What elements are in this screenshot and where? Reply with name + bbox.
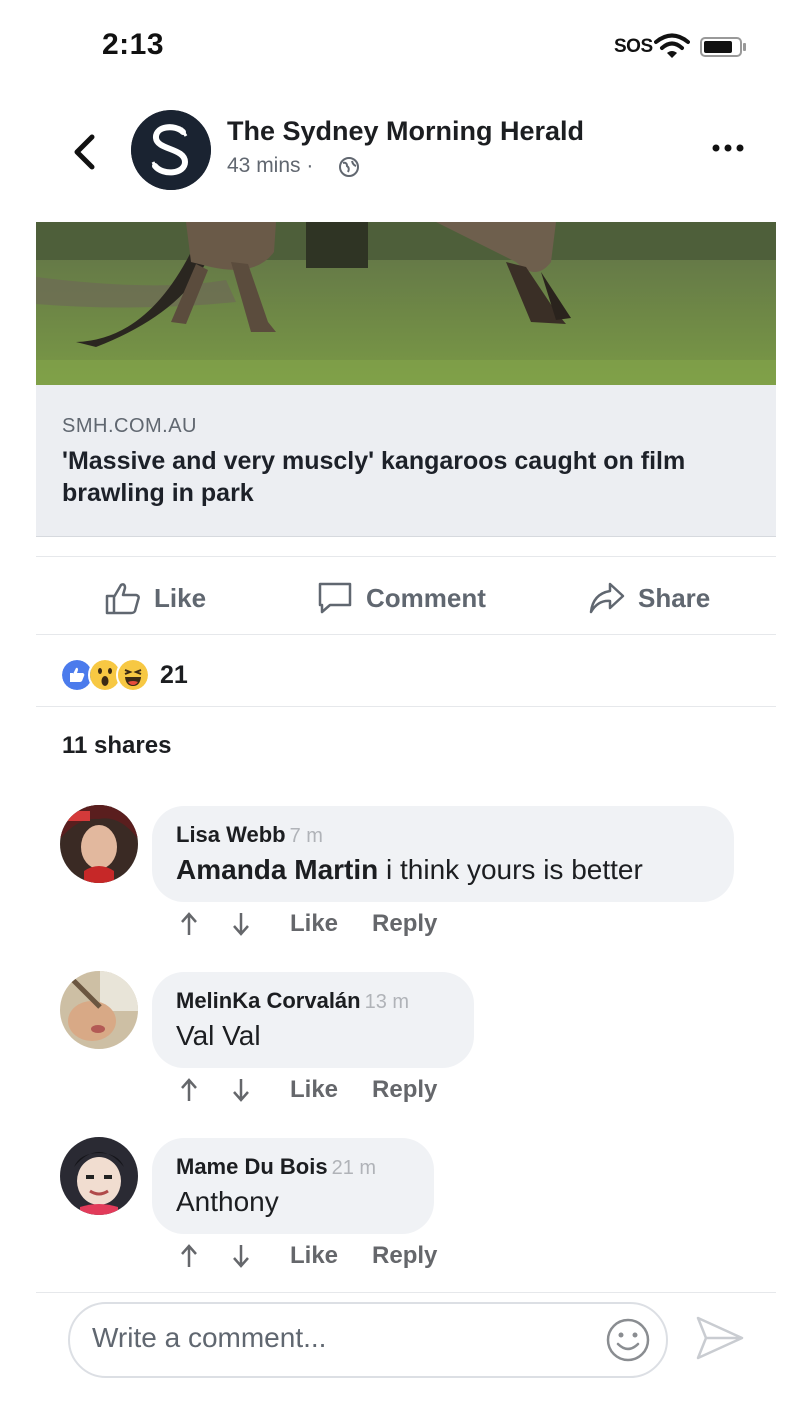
comment-like-button[interactable]: Like [290, 1242, 338, 1270]
comment-text: Val Val [176, 1020, 409, 1052]
wifi-icon [654, 33, 690, 58]
emoji-icon[interactable] [604, 1316, 652, 1364]
comment-author[interactable]: Mame Du Bois [176, 1154, 328, 1179]
comment-header: MelinKa Corvalán 13 m Val Val [176, 988, 409, 1052]
comment-composer[interactable] [68, 1302, 668, 1378]
commenter-avatar[interactable] [60, 1137, 138, 1215]
globe-icon [339, 157, 359, 177]
comment-time: 7 m [289, 825, 323, 847]
share-label: Share [638, 582, 711, 613]
comment-actions: Like Reply [178, 1074, 437, 1106]
divider [36, 1292, 776, 1293]
like-button[interactable]: Like [104, 578, 206, 618]
link-headline: 'Massive and very muscly' kangaroos caug… [62, 447, 686, 507]
comment-mention[interactable]: Amanda Martin [176, 854, 378, 885]
link-preview-caption[interactable]: SMH.COM.AU 'Massive and very muscly' kan… [36, 385, 776, 537]
link-preview-image[interactable] [36, 222, 776, 385]
upvote-arrow-icon[interactable] [178, 911, 200, 937]
downvote-arrow-icon[interactable] [230, 911, 252, 937]
comment-label: Comment [366, 582, 486, 613]
comment-author[interactable]: Lisa Webb [176, 822, 286, 847]
divider [36, 556, 776, 557]
comment-bubble[interactable]: Lisa Webb 7 m Amanda Martin i think yours… [152, 806, 734, 902]
send-icon[interactable] [694, 1314, 746, 1362]
comment-text: Anthony [176, 1186, 376, 1218]
page-avatar[interactable] [131, 110, 211, 190]
comment-body: i think yours is better [378, 854, 643, 885]
comment-time: 13 m [364, 991, 410, 1013]
downvote-arrow-icon[interactable] [230, 1077, 252, 1103]
comment-header: Mame Du Bois 21 m Anthony [176, 1154, 376, 1218]
comment-bubble[interactable]: MelinKa Corvalán 13 m Val Val [152, 972, 474, 1068]
comment-body: Anthony [176, 1186, 279, 1217]
comment-header: Lisa Webb 7 m Amanda Martin i think yours… [176, 822, 643, 886]
comment-reply-button[interactable]: Reply [372, 910, 437, 938]
more-options-icon[interactable] [710, 140, 746, 156]
comment-body: Val Val [176, 1020, 261, 1051]
comment-bubble[interactable]: Mame Du Bois 21 m Anthony [152, 1138, 434, 1234]
reactions-summary[interactable]: 21 [60, 658, 188, 692]
comment-time: 21 m [331, 1157, 377, 1179]
like-label: Like [154, 582, 207, 613]
page-name[interactable]: The Sydney Morning Herald [227, 116, 584, 147]
share-count[interactable]: 11 shares [62, 732, 171, 760]
comment-reply-button[interactable]: Reply [372, 1242, 437, 1270]
comment-author[interactable]: MelinKa Corvalán [176, 988, 361, 1013]
commenter-avatar[interactable] [60, 971, 138, 1049]
comment-actions: Like Reply [178, 1240, 437, 1272]
link-source: SMH.COM.AU [62, 415, 197, 437]
comment-button[interactable]: Comment [316, 578, 486, 618]
share-button[interactable]: Share [588, 578, 710, 618]
post-timestamp: 43 mins · [227, 154, 314, 177]
status-time: 2:13 [102, 28, 165, 61]
upvote-arrow-icon[interactable] [178, 1243, 200, 1269]
comment-input[interactable] [92, 1322, 572, 1354]
battery-icon [700, 37, 746, 57]
comment-text: Amanda Martin i think yours is better [176, 854, 643, 886]
divider [36, 634, 776, 635]
back-arrow-icon[interactable] [70, 132, 98, 172]
comment-like-button[interactable]: Like [290, 1076, 338, 1104]
divider [36, 706, 776, 707]
comment-bubble-icon [318, 582, 352, 614]
comment-actions: Like Reply [178, 908, 437, 940]
comment-like-button[interactable]: Like [290, 910, 338, 938]
comment-reply-button[interactable]: Reply [372, 1076, 437, 1104]
haha-reaction-icon [116, 658, 150, 692]
commenter-avatar[interactable] [60, 805, 138, 883]
upvote-arrow-icon[interactable] [178, 1077, 200, 1103]
smh-logo-icon [131, 110, 211, 190]
thumbs-up-icon [105, 583, 140, 615]
share-arrow-icon [589, 582, 625, 614]
downvote-arrow-icon[interactable] [230, 1243, 252, 1269]
reaction-count: 21 [160, 660, 188, 689]
sos-indicator: SOS [614, 36, 653, 57]
